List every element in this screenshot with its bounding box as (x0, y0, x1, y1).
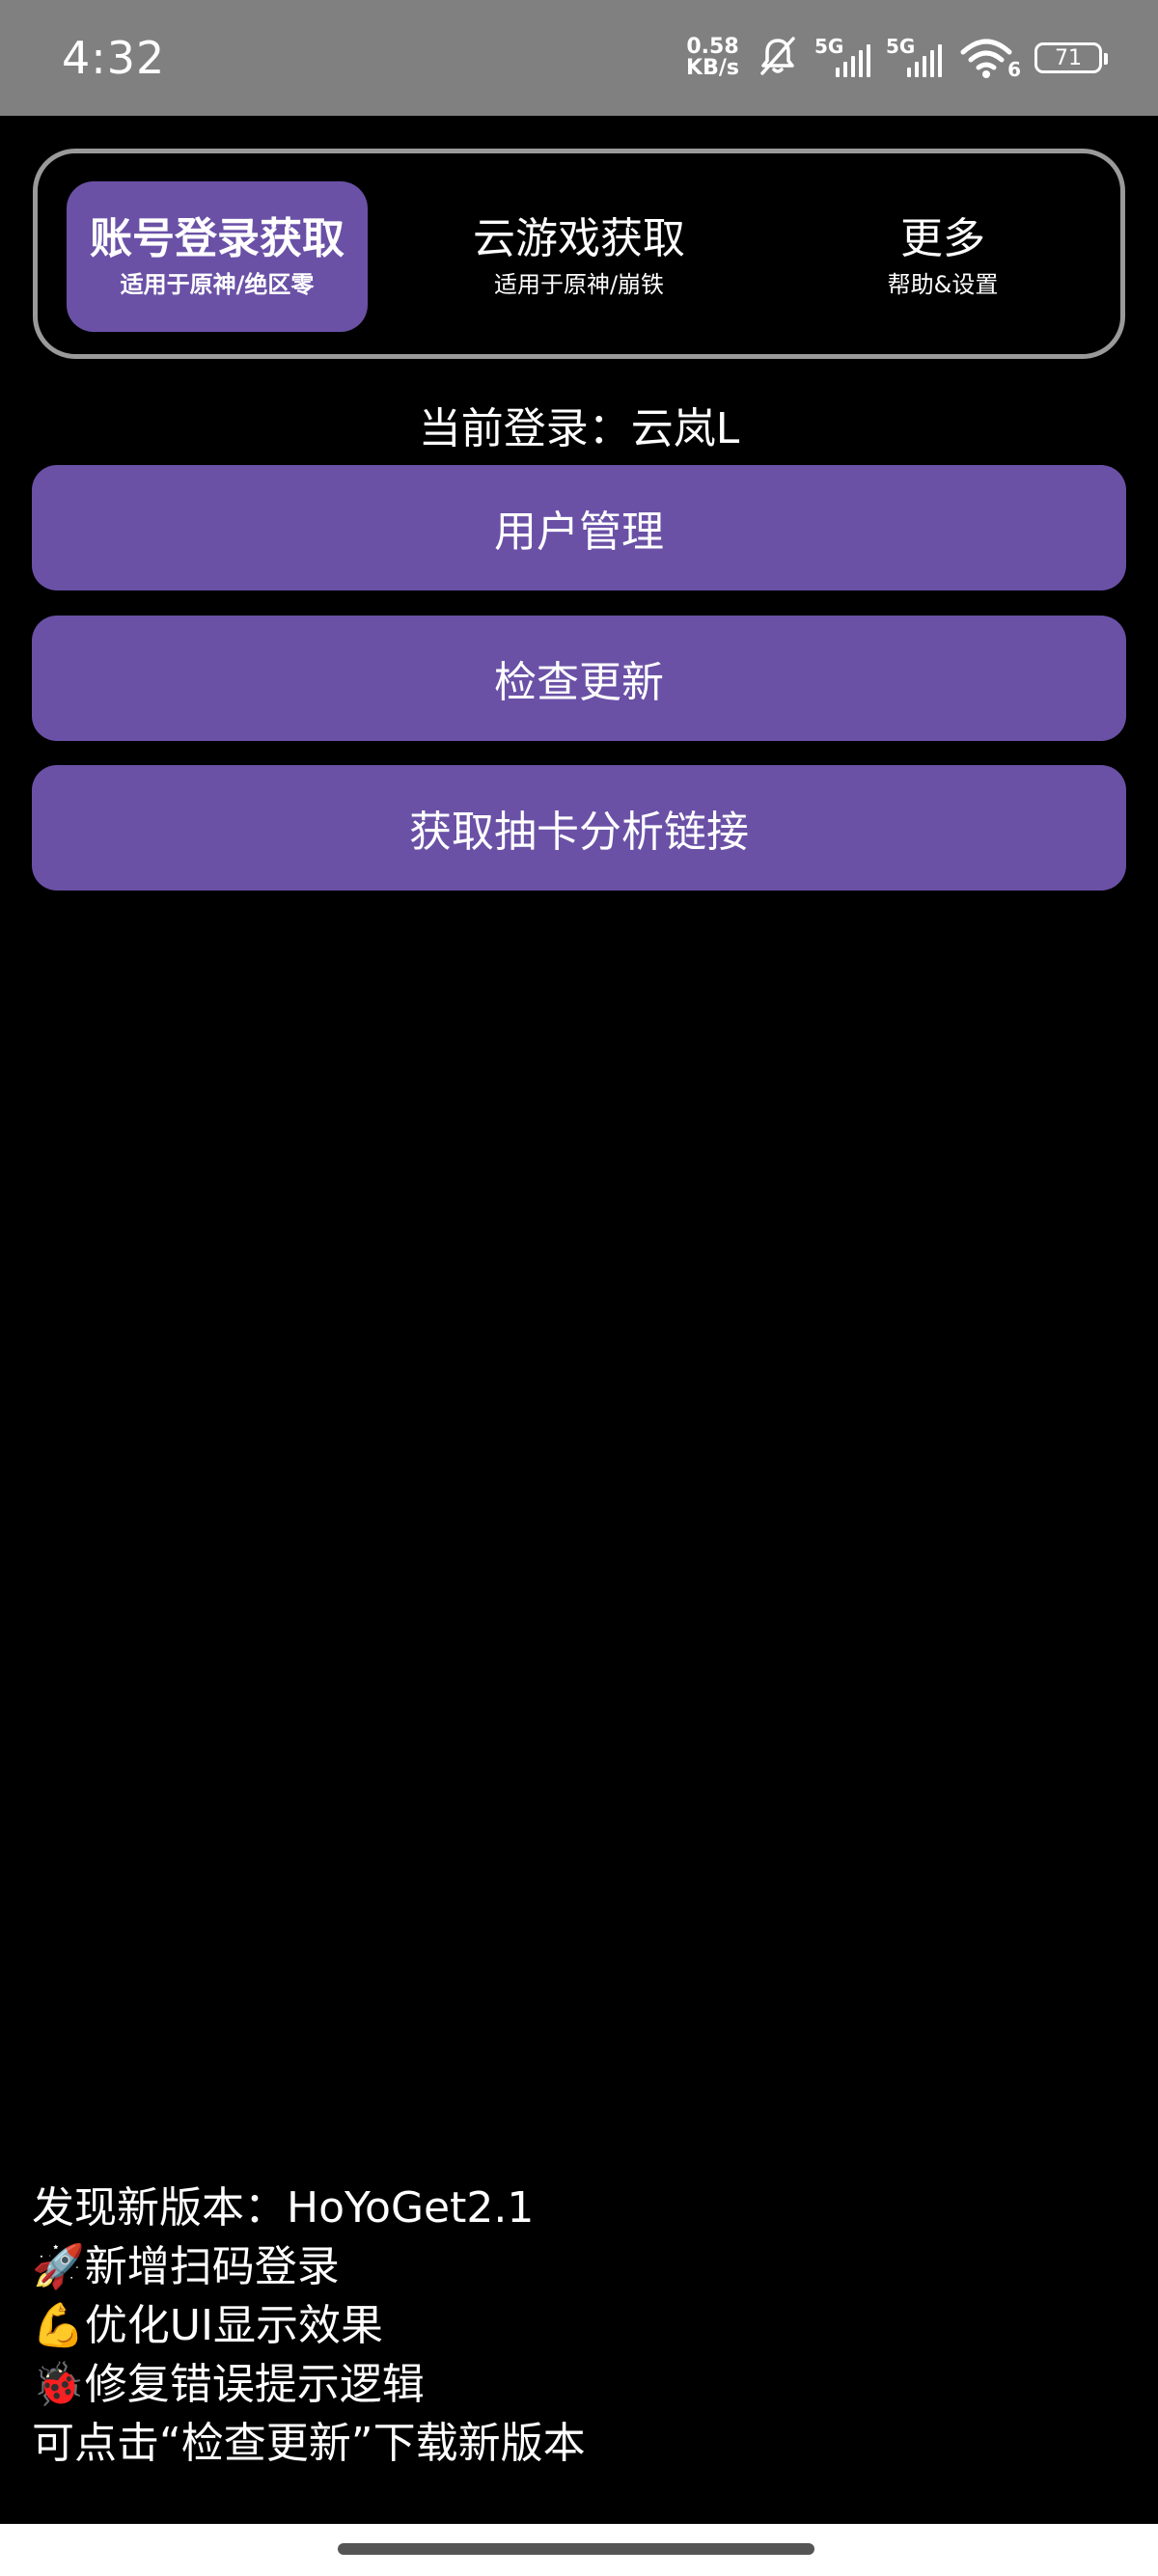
tab-subtitle: 适用于原神/崩铁 (493, 271, 665, 298)
tab-title: 账号登录获取 (90, 214, 345, 263)
notice-line: 🚀新增扫码登录 (32, 2242, 340, 2291)
bell-muted-icon (757, 35, 799, 81)
notice-line: 可点击“检查更新”下载新版本 (32, 2419, 586, 2468)
battery-level: 71 (1055, 45, 1082, 70)
tab-subtitle: 帮助&设置 (887, 271, 999, 298)
check-update-button[interactable]: 检查更新 (32, 616, 1126, 741)
get-gacha-link-button[interactable]: 获取抽卡分析链接 (32, 765, 1126, 891)
sim2-type: 5G (886, 35, 916, 58)
tab-title: 更多 (900, 214, 985, 263)
wifi-badge: 6 (1007, 58, 1021, 81)
notice-line: 💪优化UI显示效果 (32, 2301, 383, 2350)
user-management-button[interactable]: 用户管理 (32, 465, 1126, 590)
battery-icon: 71 (1034, 42, 1108, 73)
network-speed-value: 0.58 (686, 35, 739, 59)
tab-more[interactable]: 更多 帮助&设置 (792, 181, 1093, 332)
network-speed: 0.58 KB/s (686, 37, 739, 79)
status-icons: 0.58 KB/s 5G 5G 6 71 (686, 35, 1108, 81)
navigation-bar (0, 2524, 1158, 2576)
tab-cloud-game[interactable]: 云游戏获取 适用于原神/崩铁 (428, 181, 730, 332)
wifi-icon: 6 (959, 37, 1021, 81)
notice-line: 🐞修复错误提示逻辑 (32, 2360, 425, 2409)
tab-title: 云游戏获取 (473, 214, 685, 263)
update-notice: 发现新版本：HoYoGet2.1 🚀新增扫码登录 💪优化UI显示效果 🐞修复错误… (32, 2179, 586, 2473)
tab-subtitle: 适用于原神/绝区零 (120, 271, 315, 298)
cell-signal-icon: 5G (886, 35, 942, 77)
network-speed-unit: KB/s (686, 56, 739, 80)
current-login-label: 当前登录：云岚L (418, 404, 740, 453)
notice-line: 发现新版本：HoYoGet2.1 (32, 2183, 535, 2233)
cell-signal-icon: 5G (814, 35, 870, 77)
sim1-type: 5G (814, 35, 844, 58)
home-indicator-bar[interactable] (338, 2543, 814, 2555)
status-time: 4:32 (62, 32, 166, 84)
status-bar: 4:32 0.58 KB/s 5G 5G 6 71 (0, 0, 1158, 116)
mode-tab-group: 账号登录获取 适用于原神/绝区零 云游戏获取 适用于原神/崩铁 更多 帮助&设置 (33, 149, 1125, 359)
tab-account-login[interactable]: 账号登录获取 适用于原神/绝区零 (67, 181, 368, 332)
